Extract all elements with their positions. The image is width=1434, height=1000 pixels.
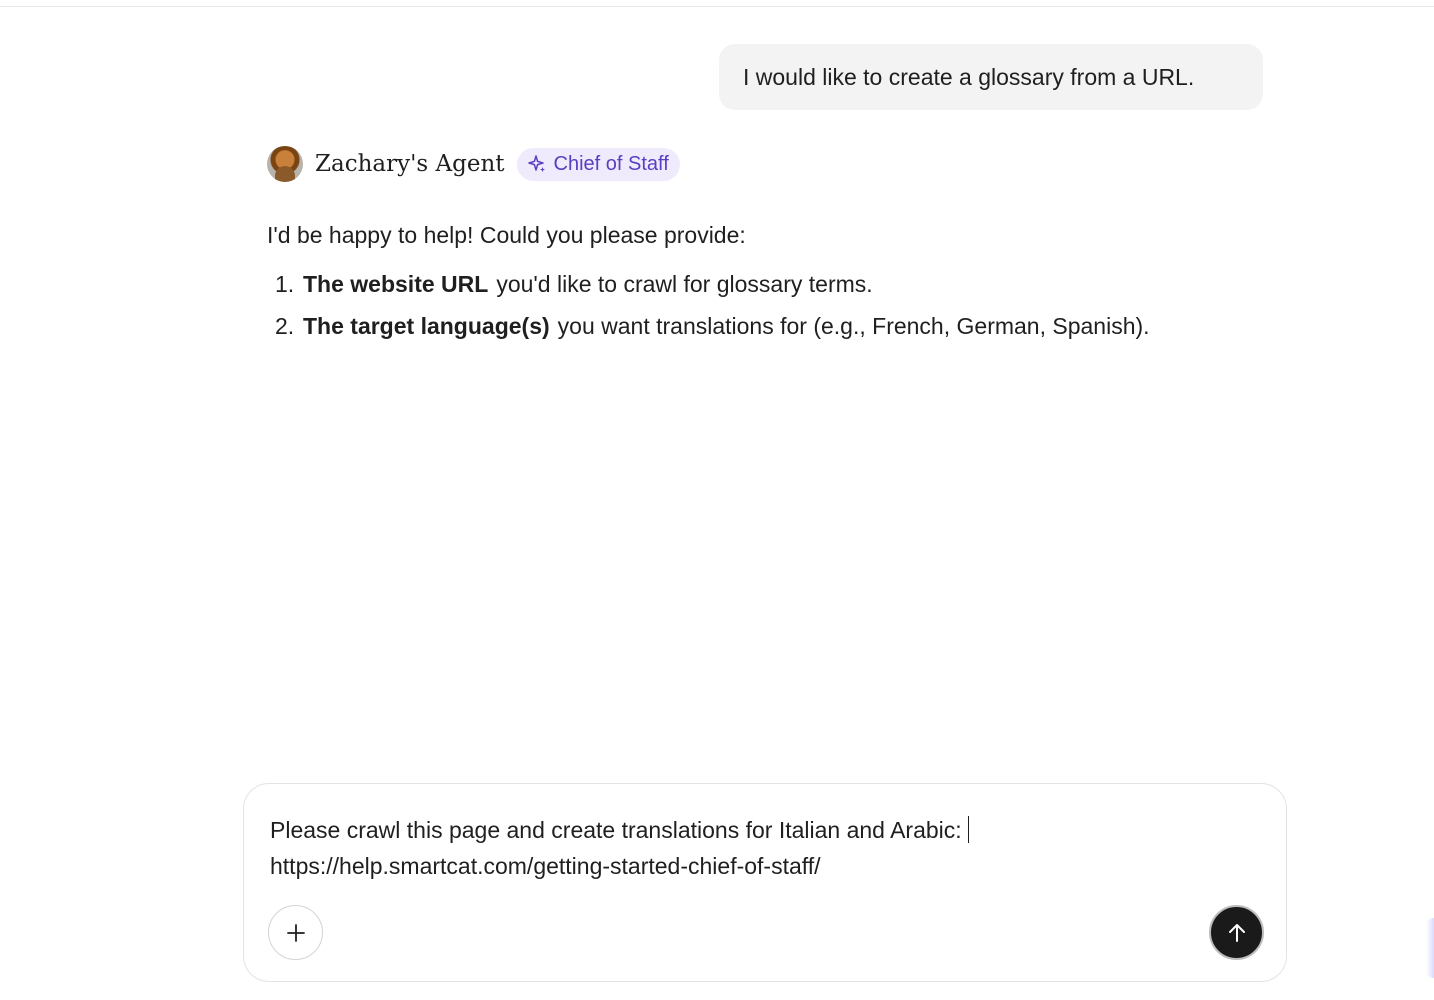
attach-button[interactable] [268,905,323,960]
list-item: 2. The target language(s) you want trans… [267,310,1150,352]
plus-icon [286,923,305,942]
role-badge: Chief of Staff [516,147,680,181]
list-item-bold: The website URL [303,271,489,297]
agent-header: Zachary's Agent Chief of Staff [267,145,680,183]
user-message-bubble: I would like to create a glossary from a… [719,44,1263,110]
sparkle-icon [527,155,545,172]
user-message-text: I would like to create a glossary from a… [743,63,1195,90]
arrow-up-icon [1228,923,1245,942]
list-item: 1. The website URL you'd like to crawl f… [267,268,1150,310]
list-item-text: you want translations for (e.g., French,… [557,313,1150,339]
send-button[interactable] [1209,905,1264,960]
agent-avatar [267,146,303,182]
list-item-number: 2. [275,313,295,339]
text-caret [967,816,969,843]
list-item-text: you'd like to crawl for glossary terms. [496,271,873,297]
message-input[interactable]: Please crawl this page and create transl… [270,812,1260,884]
message-input-line-2: https://help.smartcat.com/getting-starte… [270,853,821,879]
list-item-bold: The target language(s) [303,313,550,339]
agent-reply-list: 1. The website URL you'd like to crawl f… [267,268,1150,352]
message-input-line-1: Please crawl this page and create transl… [270,817,962,843]
list-item-number: 1. [275,271,295,297]
role-badge-label: Chief of Staff [553,152,669,175]
agent-reply-intro: I'd be happy to help! Could you please p… [267,222,746,248]
edge-glow [1426,918,1434,978]
top-divider [0,6,1434,7]
message-composer[interactable]: Please crawl this page and create transl… [243,783,1287,982]
agent-name: Zachary's Agent [315,151,505,177]
